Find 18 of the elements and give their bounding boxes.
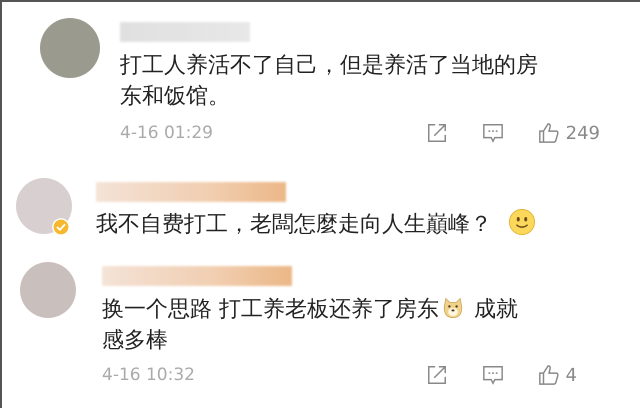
dog-emoji-icon [441, 296, 465, 320]
comment-time: 4-16 01:29 [120, 123, 213, 143]
like-button[interactable]: 249 [538, 122, 600, 144]
smiley-emoji-icon [508, 208, 536, 236]
comment-icon[interactable] [482, 122, 504, 144]
like-button[interactable]: 4 [538, 364, 577, 386]
thumbs-up-icon [538, 364, 560, 386]
share-icon[interactable] [426, 364, 448, 386]
comment-time: 4-16 10:32 [102, 365, 195, 385]
blurred-username[interactable] [96, 182, 286, 202]
verified-badge-icon [52, 218, 70, 236]
share-icon[interactable] [426, 122, 448, 144]
comment-text: 换一个思路 打工养老板还养了房东 成就感多棒 [102, 295, 519, 355]
blurred-username[interactable] [102, 266, 292, 286]
comment-text: 我不自费打工，老闆怎麼走向人生巔峰？ [96, 208, 538, 240]
thumbs-up-icon [538, 122, 560, 144]
comment-icon[interactable] [482, 364, 504, 386]
comment-text: 打工人养活不了自己，但是养活了当地的房东和饭馆。 [120, 52, 539, 111]
